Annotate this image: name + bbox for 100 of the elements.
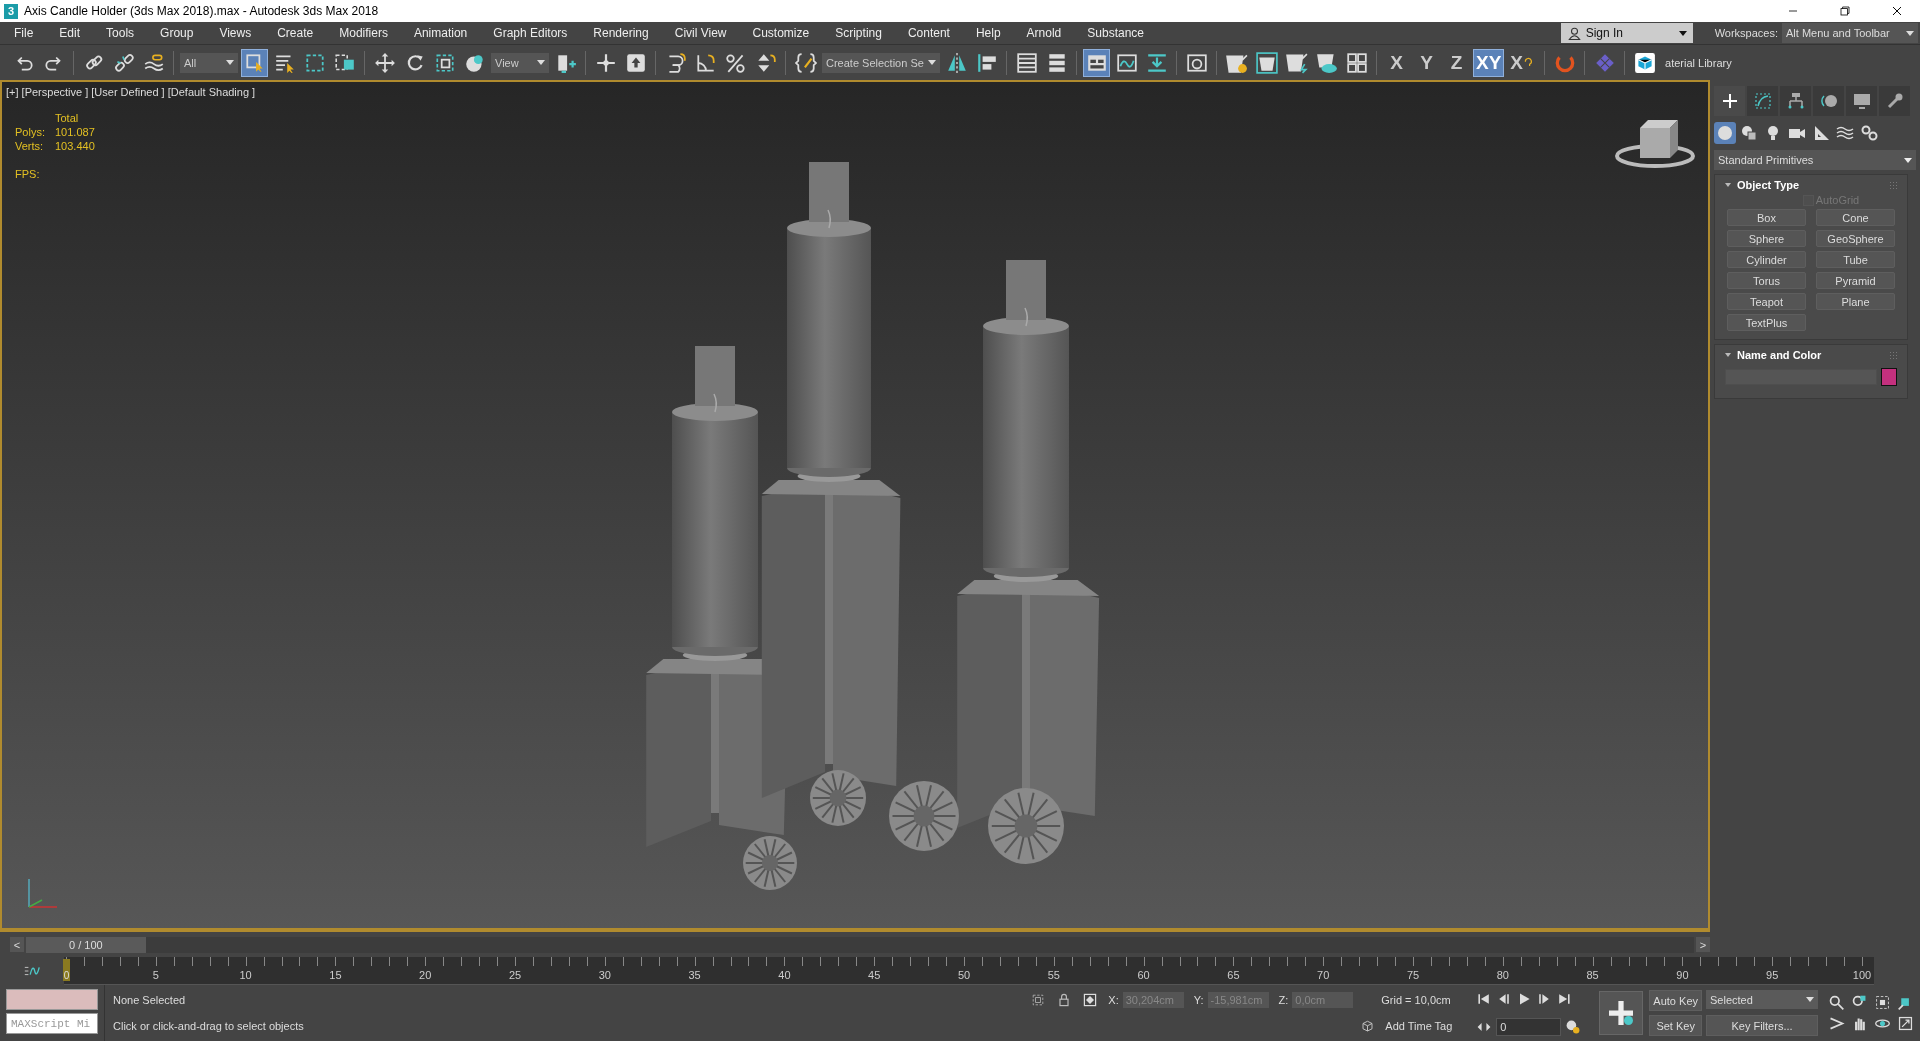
axis-button[interactable]: Y: [1413, 48, 1440, 77]
cube-outline-icon[interactable]: [1360, 1018, 1376, 1034]
angle-snap-icon: [694, 51, 717, 74]
menu-item[interactable]: Tools: [93, 26, 148, 40]
panel-tab[interactable]: [1813, 86, 1844, 116]
primitive-button[interactable]: Plane: [1816, 293, 1895, 310]
toolbar-dropdown[interactable]: Create Selection Se: [822, 52, 940, 73]
primitive-button[interactable]: Torus: [1727, 272, 1806, 289]
menu-item[interactable]: Content: [894, 26, 963, 40]
primitive-button[interactable]: Tube: [1816, 251, 1895, 268]
primitive-button[interactable]: GeoSphere: [1816, 230, 1895, 247]
axis-button[interactable]: X: [1507, 48, 1539, 77]
menu-item[interactable]: Modifiers: [326, 26, 401, 40]
rollout-title[interactable]: Object Type: [1737, 179, 1800, 191]
stats-value: 103.440: [55, 140, 95, 152]
zoom-icon[interactable]: [1828, 994, 1845, 1011]
category-button[interactable]: [1714, 122, 1736, 144]
time-slider-thumb[interactable]: 0 / 100: [25, 936, 146, 953]
primitive-button[interactable]: TextPlus: [1727, 314, 1806, 331]
collapse-icon[interactable]: [1725, 353, 1731, 357]
axis-button[interactable]: Z: [1443, 48, 1470, 77]
collapse-icon[interactable]: [1725, 183, 1731, 187]
primitive-button[interactable]: Pyramid: [1816, 272, 1895, 289]
transform-mode-icon[interactable]: [1082, 992, 1099, 1009]
menu-item[interactable]: Edit: [46, 26, 94, 40]
restore-icon[interactable]: [1837, 3, 1853, 19]
toolbar-dropdown[interactable]: View: [491, 52, 549, 73]
axis-tripod-icon: [28, 878, 58, 908]
panel-tab[interactable]: [1846, 86, 1877, 116]
prompt-text: Click or click-and-drag to select objects: [113, 1020, 305, 1032]
primitive-button[interactable]: Teapot: [1727, 293, 1806, 310]
menu-item[interactable]: Group: [147, 26, 207, 40]
maxscript-input-field[interactable]: MAXScript Mi: [6, 1013, 98, 1034]
stats-header: Total: [55, 112, 80, 124]
sign-in-button[interactable]: Sign In: [1560, 23, 1693, 43]
menu-item[interactable]: Animation: [400, 26, 481, 40]
viewport-label[interactable]: [+] [Perspective ] [User Defined ] [Default Shading ]: [6, 86, 256, 98]
stats-label: Verts:: [15, 140, 45, 152]
color-swatch[interactable]: [1881, 368, 1897, 386]
toolbar-button[interactable]: [1083, 48, 1110, 77]
menu-item[interactable]: Create: [264, 26, 327, 40]
material-editor-icon: [1185, 51, 1208, 74]
candle-holder-drawing[interactable]: [957, 260, 1100, 828]
menu-item[interactable]: Customize: [739, 26, 823, 40]
table-icon: [1015, 51, 1038, 74]
time-tag-button[interactable]: Add Time Tag: [1385, 1020, 1453, 1033]
menu-item[interactable]: Arnold: [1013, 26, 1075, 40]
frame-field[interactable]: 0: [1496, 1017, 1562, 1036]
toolbar-dropdown[interactable]: All: [180, 52, 238, 73]
workspaces-dropdown[interactable]: Alt Menu and Toolbar: [1782, 23, 1918, 43]
panel-tab[interactable]: [1780, 86, 1811, 116]
cube-icon: [1633, 51, 1656, 74]
time-config-icon[interactable]: [1565, 1018, 1582, 1035]
ruler-label: 95: [1766, 969, 1779, 981]
viewport[interactable]: [+] [Perspective ] [User Defined ] [Default Shading ] Total Polys: 101.087 Verts: 103.440 FPS:: [0, 80, 1710, 930]
ruler-label: 80: [1496, 969, 1509, 981]
menu-item[interactable]: Rendering: [580, 26, 662, 40]
maxscript-output-field[interactable]: [6, 989, 98, 1010]
zoom-extents-icon[interactable]: [1874, 994, 1891, 1011]
time-slider-track[interactable]: 0 / 100: [25, 936, 1695, 953]
frame-marker[interactable]: 0: [63, 959, 70, 981]
menu-item[interactable]: Views: [206, 26, 265, 40]
primitive-button[interactable]: Cylinder: [1727, 251, 1806, 268]
axis-button[interactable]: XY: [1473, 48, 1505, 77]
workspaces-label: Workspaces:: [1714, 27, 1778, 39]
primitive-button[interactable]: Box: [1727, 209, 1806, 226]
menu-item[interactable]: Scripting: [822, 26, 895, 40]
key-filters-button[interactable]: Key Filters...: [1706, 1015, 1818, 1036]
curve-editor-icon: [1115, 51, 1138, 74]
maximize-icon[interactable]: [1897, 1015, 1914, 1032]
set-key-button[interactable]: [1599, 991, 1644, 1035]
menu-item[interactable]: File: [0, 26, 47, 40]
candle-holder-drawing[interactable]: [761, 162, 901, 798]
rollout-title[interactable]: Name and Color: [1737, 349, 1822, 361]
primitive-button[interactable]: Cone: [1816, 209, 1895, 226]
axis-button[interactable]: X: [1383, 48, 1410, 77]
view-cube-icon[interactable]: [1615, 120, 1695, 168]
primitives-dropdown[interactable]: Standard Primitives: [1714, 150, 1916, 170]
sphere-icon: [1715, 123, 1735, 143]
app-logo: 3: [4, 3, 18, 19]
auto-key-button[interactable]: Auto Key: [1649, 990, 1702, 1011]
previous-frame-button[interactable]: <: [10, 937, 24, 952]
percent-snap-icon: [724, 51, 747, 74]
menu-item[interactable]: Help: [962, 26, 1014, 40]
menu-item[interactable]: Graph Editors: [480, 26, 581, 40]
coordinate-label: Y:: [1193, 994, 1204, 1007]
panel-tab[interactable]: [1879, 86, 1910, 116]
ruler-label: 85: [1586, 969, 1599, 981]
next-frame-button[interactable]: >: [1696, 937, 1710, 952]
toolbar-label: aterial Library: [1665, 56, 1732, 69]
panel-tab[interactable]: [1714, 86, 1745, 116]
toolbar-button[interactable]: [241, 48, 268, 77]
set-key-label-button[interactable]: Set Key: [1649, 1015, 1702, 1036]
primitive-button[interactable]: Sphere: [1727, 230, 1806, 247]
stats-value: 101.087: [55, 126, 95, 138]
ruler-label: 75: [1406, 969, 1420, 981]
menu-item[interactable]: Substance: [1074, 26, 1157, 40]
unlink-icon: [112, 51, 135, 74]
menu-item[interactable]: Civil View: [661, 26, 740, 40]
key-mode-dropdown[interactable]: Selected: [1706, 990, 1818, 1009]
